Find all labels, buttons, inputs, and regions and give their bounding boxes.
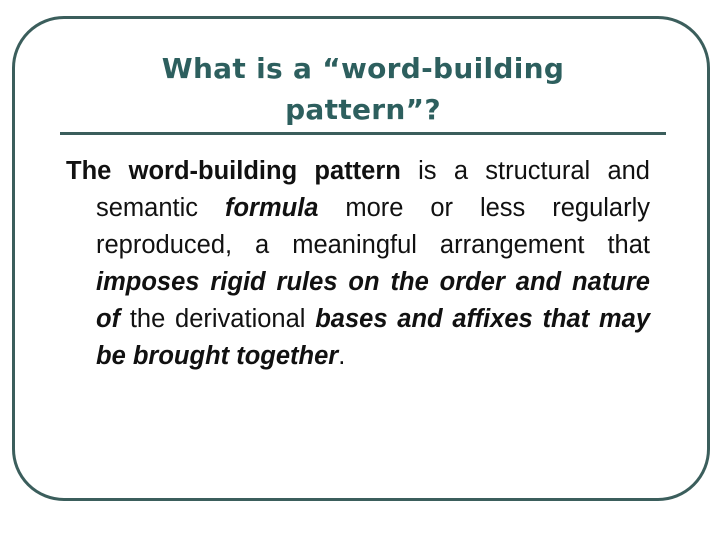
slide-title-line-2: pattern”? [285,93,441,126]
term-word-building-pattern: The word-building pattern [66,157,401,185]
emphasis-formula: formula [224,194,319,222]
title-divider [60,132,666,135]
slide-title-line-1: What is a “word-building [161,52,565,85]
slide-body-paragraph: The word-building pattern is a structura… [66,153,650,375]
body-text-segment: the derivational [120,305,316,333]
body-text-period: . [338,342,346,370]
slide-title: What is a “word-building pattern”? [60,48,666,130]
